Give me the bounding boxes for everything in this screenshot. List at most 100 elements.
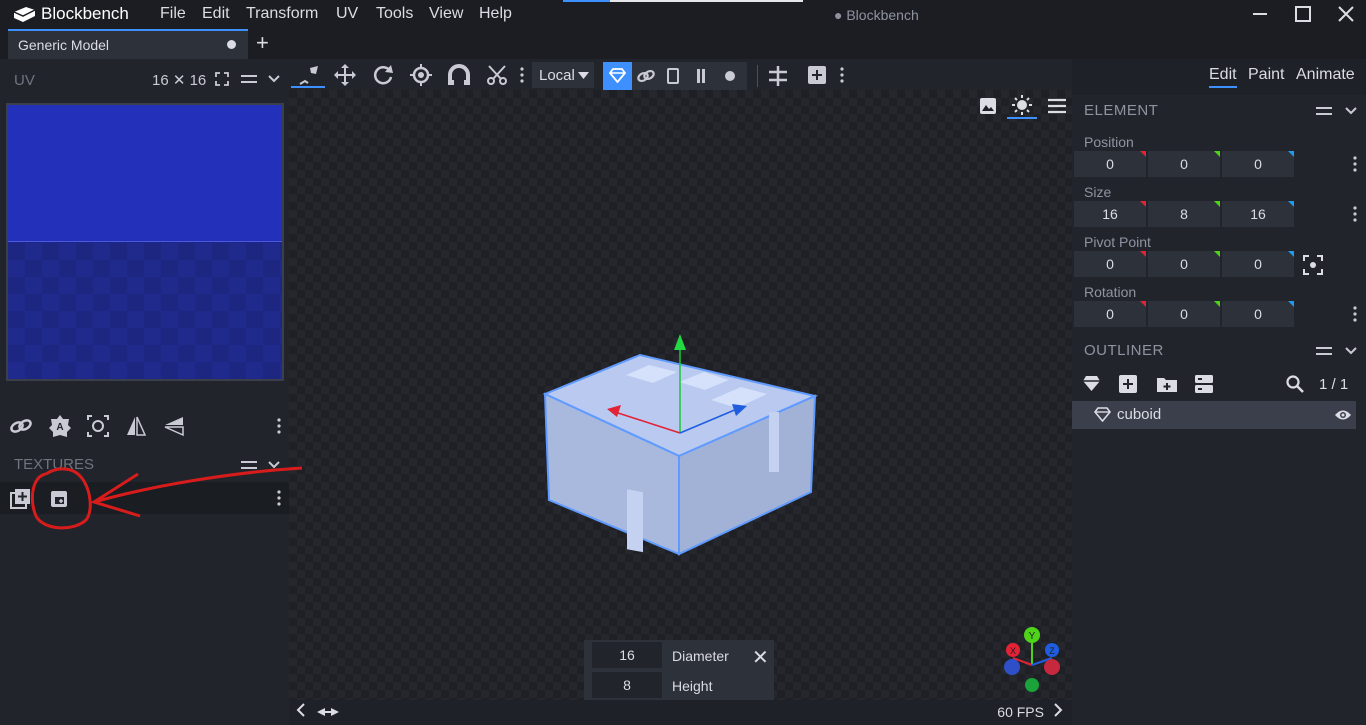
size-y-input[interactable]: 8 bbox=[1148, 201, 1220, 227]
timeline-handle-icon[interactable] bbox=[317, 706, 339, 718]
menu-edit[interactable]: Edit bbox=[202, 5, 230, 23]
axis-gizmo[interactable]: Y X Z bbox=[995, 620, 1065, 695]
rotation-x-input[interactable]: 0 bbox=[1074, 301, 1146, 327]
menu-file[interactable]: File bbox=[160, 5, 186, 23]
toggle-outliner-icon[interactable] bbox=[1195, 375, 1213, 393]
gizmo-z-label: Z bbox=[1049, 646, 1055, 656]
new-tab-button[interactable]: + bbox=[256, 32, 269, 54]
chevron-down-icon[interactable] bbox=[1344, 345, 1358, 357]
rotation-z-input[interactable]: 0 bbox=[1222, 301, 1294, 327]
panel-menu-icon[interactable] bbox=[1316, 345, 1332, 357]
uv-face-top[interactable] bbox=[8, 105, 282, 242]
mirror-y-icon[interactable] bbox=[162, 414, 186, 438]
cuboid-model[interactable] bbox=[529, 320, 829, 560]
close-icon[interactable] bbox=[1336, 4, 1356, 24]
dot-icon[interactable] bbox=[725, 71, 735, 81]
rectangle-icon[interactable] bbox=[667, 68, 679, 84]
pivot-x-input[interactable]: 0 bbox=[1074, 251, 1146, 277]
outliner-panel-title: OUTLINER bbox=[1084, 342, 1164, 359]
size-y-value: 8 bbox=[1180, 206, 1188, 222]
pivot-y-input[interactable]: 0 bbox=[1148, 251, 1220, 277]
pivot-tool-icon[interactable] bbox=[409, 63, 433, 87]
tab-paint[interactable]: Paint bbox=[1248, 66, 1284, 84]
mirror-x-icon[interactable] bbox=[124, 414, 148, 438]
chevron-down-icon[interactable] bbox=[1344, 105, 1358, 117]
chevron-down-icon[interactable] bbox=[267, 73, 281, 85]
size-x-input[interactable]: 16 bbox=[1074, 201, 1146, 227]
menu-icon[interactable] bbox=[1048, 98, 1066, 114]
more-vert-icon[interactable] bbox=[1352, 156, 1358, 172]
center-icon[interactable] bbox=[767, 65, 789, 87]
title-highlight-accent bbox=[563, 0, 610, 2]
tool-group bbox=[632, 62, 747, 90]
dialog-close-button[interactable]: ✕ bbox=[752, 645, 769, 670]
eye-icon[interactable] bbox=[1334, 408, 1352, 422]
outliner-item-cuboid[interactable]: cuboid bbox=[1072, 401, 1356, 429]
menu-transform[interactable]: Transform bbox=[246, 5, 318, 23]
vertex-snap-icon[interactable] bbox=[447, 63, 471, 87]
position-x-input[interactable]: 0 bbox=[1074, 151, 1146, 177]
tab-edit[interactable]: Edit bbox=[1209, 66, 1237, 88]
gizmo-x-label: X bbox=[1010, 646, 1016, 656]
transform-space-select[interactable]: Local bbox=[532, 62, 594, 88]
more-vert-icon[interactable] bbox=[1352, 206, 1358, 222]
active-tool-underline bbox=[291, 86, 325, 88]
link-icon[interactable] bbox=[9, 414, 33, 438]
transform-space-value: Local bbox=[539, 67, 575, 84]
size-z-input[interactable]: 16 bbox=[1222, 201, 1294, 227]
menu-uv[interactable]: UV bbox=[336, 5, 358, 23]
fullscreen-icon[interactable] bbox=[215, 72, 229, 86]
image-icon[interactable] bbox=[979, 97, 997, 115]
rotate-tool-icon[interactable] bbox=[371, 63, 395, 87]
pivot-x-value: 0 bbox=[1106, 256, 1114, 272]
gem-tool-button[interactable] bbox=[603, 62, 632, 90]
3d-viewport[interactable]: Y X Z bbox=[289, 90, 1072, 700]
tab-animate[interactable]: Animate bbox=[1296, 66, 1355, 84]
move-tool-icon[interactable] bbox=[297, 63, 321, 87]
more-vert-icon[interactable] bbox=[276, 418, 282, 434]
diameter-input[interactable]: 16 bbox=[592, 642, 662, 668]
cut-icon[interactable] bbox=[485, 63, 509, 87]
menu-help[interactable]: Help bbox=[479, 5, 512, 23]
add-cube-icon[interactable] bbox=[1119, 375, 1137, 393]
uv-editor-canvas[interactable] bbox=[6, 103, 284, 381]
menu-view[interactable]: View bbox=[429, 5, 463, 23]
uv-size-label[interactable]: 16 ✕ 16 bbox=[152, 71, 206, 89]
tab-bar: Generic Model + bbox=[0, 29, 1366, 59]
pause-icon[interactable] bbox=[696, 69, 706, 83]
chevron-left-icon[interactable] bbox=[295, 703, 307, 717]
auto-uv-icon[interactable]: A bbox=[48, 414, 72, 438]
more-vert-icon[interactable] bbox=[1352, 306, 1358, 322]
position-label: Position bbox=[1084, 134, 1134, 150]
height-input[interactable]: 8 bbox=[592, 672, 662, 698]
chevron-right-icon[interactable] bbox=[1052, 703, 1064, 717]
gem-icon[interactable] bbox=[1082, 375, 1101, 392]
tab-generic-model[interactable]: Generic Model bbox=[8, 29, 248, 59]
outliner-count: 1 / 1 bbox=[1319, 376, 1349, 393]
panel-menu-icon[interactable] bbox=[1316, 105, 1332, 117]
more-vert-icon[interactable] bbox=[519, 67, 525, 83]
gem-icon bbox=[1094, 407, 1111, 422]
center-pivot-icon[interactable] bbox=[1303, 255, 1323, 275]
caret-down-icon bbox=[578, 72, 589, 79]
search-icon[interactable] bbox=[1286, 375, 1304, 393]
pivot-z-input[interactable]: 0 bbox=[1222, 251, 1294, 277]
add-cube-icon[interactable] bbox=[807, 65, 827, 85]
link-icon[interactable] bbox=[636, 67, 656, 85]
maximize-icon[interactable] bbox=[1293, 4, 1313, 24]
resize-tool-icon[interactable] bbox=[333, 63, 357, 87]
shape-dialog: 16 Diameter ✕ 8 Height bbox=[584, 640, 774, 700]
add-group-icon[interactable] bbox=[1156, 375, 1178, 393]
light-icon[interactable] bbox=[1011, 94, 1033, 116]
rotation-y-input[interactable]: 0 bbox=[1148, 301, 1220, 327]
uv-face-bottom[interactable] bbox=[8, 243, 282, 379]
menu-tools[interactable]: Tools bbox=[376, 5, 413, 23]
panel-menu-icon[interactable] bbox=[241, 73, 257, 85]
minimize-icon[interactable] bbox=[1250, 4, 1270, 24]
rotation-z-value: 0 bbox=[1254, 306, 1262, 322]
focus-uv-icon[interactable] bbox=[86, 414, 110, 438]
position-y-input[interactable]: 0 bbox=[1148, 151, 1220, 177]
position-z-input[interactable]: 0 bbox=[1222, 151, 1294, 177]
unsaved-dot-icon[interactable] bbox=[227, 40, 236, 49]
more-vert-icon[interactable] bbox=[839, 67, 845, 83]
